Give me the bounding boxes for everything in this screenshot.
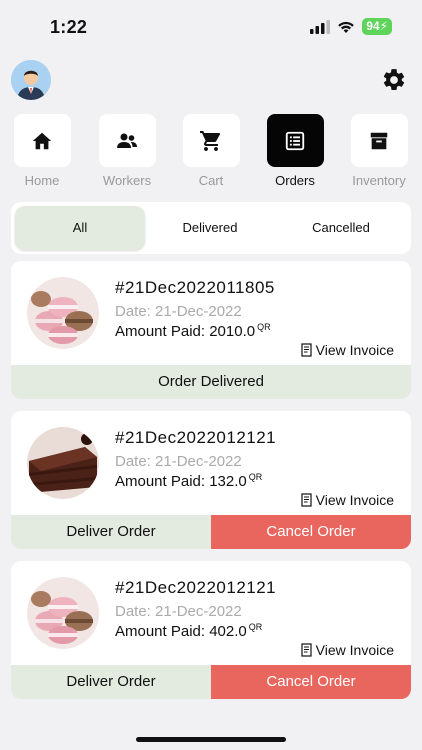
currency-label: QR — [248, 472, 263, 482]
order-id: #21Dec2022012121 — [115, 578, 277, 597]
receipt-icon — [301, 643, 312, 657]
order-card: #21Dec2022011805 Date: 21-Dec-2022 Amoun… — [11, 261, 411, 399]
deliver-order-button[interactable]: Deliver Order — [11, 665, 211, 699]
cart-icon — [200, 130, 221, 151]
order-amount: Amount Paid: 132.0 QR — [115, 472, 262, 490]
settings-gear-icon[interactable] — [381, 67, 407, 93]
status-time: 1:22 — [50, 17, 88, 37]
receipt-icon — [301, 343, 312, 357]
view-invoice-link[interactable]: View Invoice — [300, 342, 394, 358]
chocolate-cake-image — [27, 427, 99, 499]
order-image — [27, 577, 99, 649]
order-card: #21Dec2022012121 Date: 21-Dec-2022 Amoun… — [11, 411, 411, 549]
view-invoice-label: View Invoice — [315, 492, 394, 508]
order-date: Date: 21-Dec-2022 — [115, 303, 242, 320]
battery-level: 94 — [366, 19, 380, 33]
tab-inventory[interactable]: Inventory — [350, 114, 408, 188]
orders-icon — [285, 131, 305, 150]
status-icons: 94⚡ — [310, 18, 392, 35]
amount-label: Amount Paid: 402.0 — [115, 623, 247, 640]
people-icon — [117, 133, 137, 148]
nav-tabs: Home Workers Cart Orders Inventory — [0, 114, 422, 189]
order-date: Date: 21-Dec-2022 — [115, 603, 242, 620]
top-bar — [0, 60, 422, 102]
currency-label: QR — [248, 622, 263, 632]
archive-icon — [370, 132, 388, 149]
tab-label: Cart — [198, 173, 224, 188]
deliver-order-button[interactable]: Deliver Order — [11, 515, 211, 549]
tab-orders[interactable]: Orders — [266, 114, 324, 188]
order-filter: All Delivered Cancelled — [11, 202, 411, 254]
view-invoice-link[interactable]: View Invoice — [300, 642, 394, 658]
order-id: #21Dec2022011805 — [115, 278, 275, 297]
home-icon — [32, 132, 52, 149]
status-bar: 1:22 94⚡ — [0, 0, 422, 52]
charging-icon: ⚡ — [379, 19, 388, 33]
amount-label: Amount Paid: 2010.0 — [115, 323, 256, 340]
macarons-image — [27, 277, 99, 349]
view-invoice-label: View Invoice — [315, 342, 394, 358]
filter-delivered[interactable]: Delivered — [145, 206, 275, 250]
tab-home[interactable]: Home — [13, 114, 71, 188]
view-invoice-label: View Invoice — [315, 642, 394, 658]
tab-label: Inventory — [352, 173, 406, 188]
user-avatar-icon — [11, 60, 51, 100]
receipt-icon — [301, 493, 312, 507]
currency-label: QR — [257, 322, 271, 332]
order-id: #21Dec2022012121 — [115, 428, 277, 447]
signal-icon — [310, 19, 331, 34]
wifi-icon — [338, 21, 355, 33]
order-date: Date: 21-Dec-2022 — [115, 453, 242, 470]
tab-cart[interactable]: Cart — [182, 114, 240, 188]
amount-label: Amount Paid: 132.0 — [115, 473, 247, 490]
tab-label: Workers — [102, 173, 152, 188]
order-delivered-status: Order Delivered — [11, 365, 411, 399]
cancel-order-button[interactable]: Cancel Order — [211, 515, 411, 549]
order-image — [27, 427, 99, 499]
tab-workers[interactable]: Workers — [98, 114, 156, 188]
order-amount: Amount Paid: 2010.0 QR — [115, 322, 271, 340]
view-invoice-link[interactable]: View Invoice — [300, 492, 394, 508]
battery-indicator: 94⚡ — [362, 18, 392, 35]
cancel-order-button[interactable]: Cancel Order — [211, 665, 411, 699]
order-image — [27, 277, 99, 349]
tab-label: Home — [24, 173, 60, 188]
avatar[interactable] — [11, 60, 51, 100]
filter-all[interactable]: All — [15, 206, 145, 250]
filter-cancelled[interactable]: Cancelled — [275, 206, 407, 250]
macarons-image — [27, 577, 99, 649]
tab-label: Orders — [275, 173, 315, 188]
order-amount: Amount Paid: 402.0 QR — [115, 622, 262, 640]
order-card: #21Dec2022012121 Date: 21-Dec-2022 Amoun… — [11, 561, 411, 699]
home-indicator — [136, 737, 286, 742]
